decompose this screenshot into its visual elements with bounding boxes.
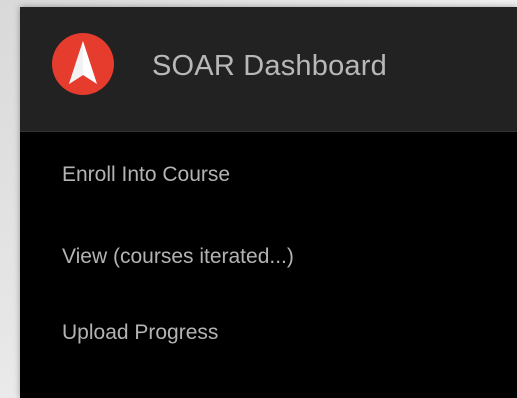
app-title[interactable]: SOAR Dashboard (152, 50, 387, 83)
navbar-header: SOAR Dashboard (20, 7, 517, 132)
menu-item-enroll-into-course[interactable]: Enroll Into Course (62, 163, 230, 187)
compass-arrow-icon[interactable] (52, 33, 114, 95)
app-window: SOAR Dashboard Enroll Into Course View (… (20, 7, 517, 398)
menu-item-view-courses[interactable]: View (courses iterated...) (62, 245, 294, 269)
menu-item-upload-progress[interactable]: Upload Progress (62, 321, 218, 345)
